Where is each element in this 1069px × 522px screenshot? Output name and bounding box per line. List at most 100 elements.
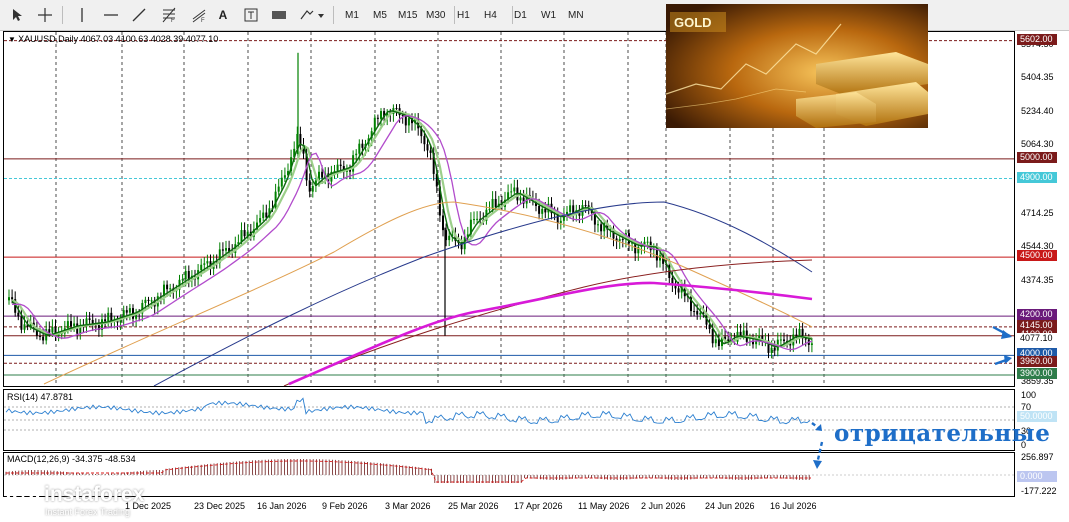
candle-body [200, 264, 203, 271]
time-axis-label: 16 Jul 2026 [770, 501, 817, 511]
candle-body [659, 255, 661, 261]
candle-body [166, 284, 169, 290]
candle-body [587, 205, 590, 207]
candle-body [262, 212, 265, 219]
timeframe-m30[interactable]: M30 [426, 4, 445, 26]
candle-body [544, 208, 547, 213]
candle-body [618, 239, 621, 242]
candle-body [336, 164, 339, 171]
candle-body [355, 153, 358, 156]
candle-body [358, 143, 361, 154]
candle-body [621, 239, 624, 241]
candle-body [169, 288, 172, 290]
candle-body [308, 180, 311, 192]
candle-body [770, 347, 773, 353]
cursor-icon[interactable] [6, 4, 28, 26]
macd-signal-line [6, 460, 811, 483]
candle-body [584, 205, 587, 207]
candle-body [519, 197, 522, 201]
candle-body [361, 143, 364, 148]
candle-body [711, 328, 714, 344]
time-axis-label: 24 Jun 2026 [705, 501, 755, 511]
candle-body [407, 118, 410, 126]
time-axis-label: 3 Mar 2026 [385, 501, 431, 511]
candle-body [70, 321, 72, 327]
price-scale-label: 5064.30 [1021, 139, 1054, 150]
candle-body [448, 235, 451, 241]
candle-body [110, 312, 113, 322]
level-tag-5000-00: 5000.00 [1017, 151, 1057, 163]
fibonacci-icon[interactable]: F [158, 4, 180, 26]
candle-body [739, 331, 742, 336]
timeframe-w1[interactable]: W1 [541, 4, 556, 26]
candle-body [23, 324, 26, 330]
timeframe-mn[interactable]: MN [568, 4, 584, 26]
candle-body [240, 230, 243, 243]
candle-body [48, 329, 51, 333]
candle-body [203, 263, 206, 265]
level-tag-4500-00: 4500.00 [1017, 250, 1057, 262]
text-label-icon[interactable]: A [212, 4, 234, 26]
candle-body [128, 308, 131, 313]
svg-text:F: F [201, 18, 205, 23]
candle-body [66, 321, 69, 329]
candle-body [73, 323, 76, 327]
candle-body [696, 311, 699, 315]
candle-body [655, 248, 658, 261]
timeframe-h4[interactable]: H4 [484, 4, 497, 26]
candle-body [280, 177, 283, 187]
macd-label: MACD(12,26,9) -34.375 -48.534 [7, 454, 136, 464]
candle-body [429, 150, 432, 153]
horizontal-line-icon[interactable] [100, 4, 122, 26]
time-axis-label: 2 Jun 2026 [641, 501, 686, 511]
candle-body [541, 208, 544, 214]
candle-body [184, 270, 187, 280]
timeframe-d1[interactable]: D1 [514, 4, 527, 26]
candle-body [225, 248, 227, 251]
timeframe-h1[interactable]: H1 [457, 4, 470, 26]
candle-body [677, 288, 680, 293]
candle-body [321, 171, 324, 178]
candle-body [395, 108, 398, 110]
candle-body [426, 144, 429, 151]
crosshair-icon[interactable] [34, 4, 56, 26]
candle-body [339, 164, 342, 167]
candle-body [773, 347, 776, 351]
rectangle-icon[interactable] [268, 4, 290, 26]
macd-scale-bottom: -177.222 [1021, 486, 1057, 496]
candle-body [277, 186, 280, 192]
candle-body [693, 311, 696, 313]
candle-body [476, 218, 479, 220]
trendline-icon[interactable] [128, 4, 150, 26]
rsi-label: RSI(14) 47.8781 [7, 392, 74, 402]
timeframe-m5[interactable]: M5 [373, 4, 387, 26]
candle-body [376, 117, 379, 119]
candle-body [783, 339, 785, 341]
text-box-icon[interactable] [240, 4, 262, 26]
candle-body [488, 209, 491, 211]
toolbar-separator [62, 6, 63, 24]
candle-body [559, 220, 562, 224]
candle-body [597, 224, 599, 226]
price-scale-label: 5234.40 [1021, 105, 1054, 116]
channel-icon[interactable]: F [188, 4, 210, 26]
timeframe-m1[interactable]: M1 [345, 4, 359, 26]
candle-body [17, 312, 20, 317]
timeframe-m15[interactable]: M15 [398, 4, 417, 26]
arrow-shape-icon[interactable] [298, 4, 326, 26]
time-axis-label: 16 Jan 2026 [257, 501, 307, 511]
candle-body [494, 198, 497, 207]
vertical-line-icon[interactable] [71, 4, 93, 26]
logo-tagline: Instant Forex Trading [45, 507, 131, 517]
candle-body [20, 316, 23, 330]
gold-bars-image: GOLD [666, 4, 928, 128]
candle-body [243, 230, 246, 237]
price-scale-label: 5404.35 [1021, 72, 1054, 83]
candle-body [265, 212, 268, 218]
logo-name: instaforex [44, 483, 145, 506]
instaforex-logo: instaforex Instant Forex Trading [6, 481, 196, 519]
price-scale-label: 4374.35 [1021, 274, 1054, 285]
time-axis-label: 17 Apr 2026 [514, 501, 563, 511]
candle-body [51, 326, 54, 333]
candle-body [8, 297, 10, 301]
